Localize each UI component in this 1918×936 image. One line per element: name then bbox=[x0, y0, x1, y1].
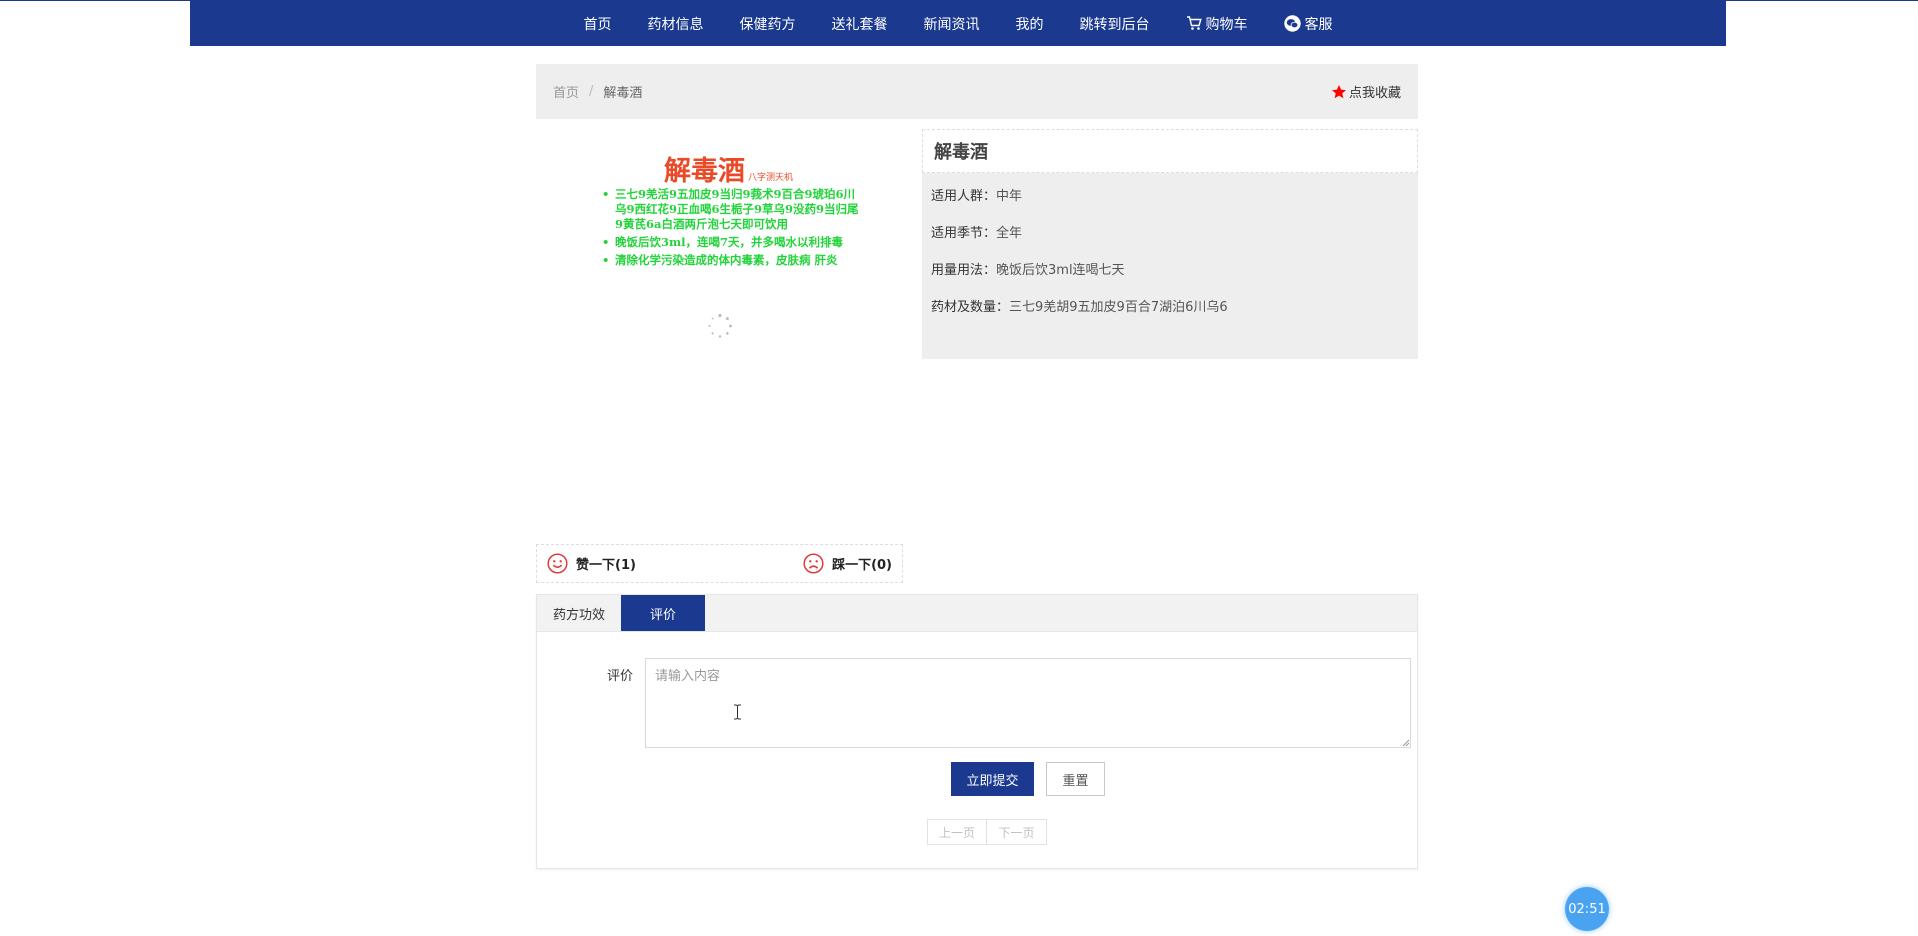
pagination: 上一页 下一页 bbox=[927, 819, 1047, 845]
info-row-audience: 适用人群：中年 bbox=[931, 185, 1022, 204]
breadcrumb-separator: / bbox=[589, 84, 594, 99]
product-image: 解毒酒 八字测天机 三七9羌活9五加皮9当归9莪术9百合9琥珀6川乌9西红花9正… bbox=[536, 129, 906, 353]
product-image-title: 解毒酒 八字测天机 bbox=[664, 149, 793, 188]
nav-item-home[interactable]: 首页 bbox=[584, 14, 612, 34]
product-image-bullet: 三七9羌活9五加皮9当归9莪术9百合9琥珀6川乌9西红花9正血喝6生栀子9草乌9… bbox=[602, 187, 860, 232]
next-page-button[interactable]: 下一页 bbox=[987, 819, 1047, 845]
tab-efficacy[interactable]: 药方功效 bbox=[537, 595, 621, 631]
submit-button[interactable]: 立即提交 bbox=[951, 762, 1034, 796]
cart-icon bbox=[1186, 16, 1202, 30]
product-image-subtitle: 八字测天机 bbox=[748, 173, 794, 183]
dislike-button[interactable]: 踩一下(0) bbox=[803, 553, 892, 574]
info-label: 适用人群： bbox=[931, 189, 997, 204]
info-label: 适用季节： bbox=[931, 226, 997, 241]
info-row-usage: 用量用法：晚饭后饮3ml连喝七天 bbox=[931, 259, 1125, 278]
dislike-label: 踩一下(0) bbox=[832, 558, 892, 573]
favorite-label: 点我收藏 bbox=[1348, 86, 1401, 101]
tabs-panel: 药方功效 评价 评价 立即提交 重置 上一页 下一页 bbox=[536, 594, 1418, 869]
like-button[interactable]: 赞一下(1) bbox=[547, 553, 636, 574]
info-value: 中年 bbox=[996, 189, 1023, 204]
star-icon bbox=[1331, 84, 1346, 98]
info-label: 药材及数量： bbox=[931, 300, 1010, 315]
loading-spinner-icon bbox=[708, 313, 732, 338]
breadcrumb-current: 解毒酒 bbox=[603, 86, 643, 101]
product-info-panel: 解毒酒 适用人群：中年 适用季节：全年 用量用法：晚饭后饮3ml连喝七天 药材及… bbox=[922, 129, 1418, 359]
nav-item-gift-packages[interactable]: 送礼套餐 bbox=[832, 14, 888, 34]
nav-item-herbs[interactable]: 药材信息 bbox=[648, 14, 704, 34]
nav-item-mine[interactable]: 我的 bbox=[1016, 14, 1044, 34]
info-value: 晚饭后饮3ml连喝七天 bbox=[996, 263, 1125, 278]
nav-item-admin[interactable]: 跳转到后台 bbox=[1080, 14, 1150, 34]
info-row-ingredients: 药材及数量：三七9羌胡9五加皮9百合7湖泊6川乌6 bbox=[931, 296, 1228, 315]
product-image-bullet: 清除化学污染造成的体内毒素，皮肤病 肝炎 bbox=[602, 253, 860, 268]
product-image-bullets: 三七9羌活9五加皮9当归9莪术9百合9琥珀6川乌9西红花9正血喝6生栀子9草乌9… bbox=[602, 187, 860, 271]
comment-label: 评价 bbox=[607, 669, 634, 684]
nav-item-cart[interactable]: 购物车 bbox=[1186, 14, 1248, 34]
vote-bar: 赞一下(1) 踩一下(0) bbox=[536, 544, 903, 583]
product-image-bullet: 晚饭后饮3ml，连喝7天，并多喝水以利排毒 bbox=[602, 235, 860, 250]
like-label: 赞一下(1) bbox=[576, 558, 636, 573]
nav-cart-label: 购物车 bbox=[1205, 16, 1248, 33]
comment-textarea[interactable] bbox=[645, 658, 1411, 748]
favorite-button[interactable]: 点我收藏 bbox=[1331, 82, 1401, 101]
prev-page-button[interactable]: 上一页 bbox=[927, 819, 987, 845]
info-row-season: 适用季节：全年 bbox=[931, 222, 1022, 241]
nav-item-service[interactable]: 客服 bbox=[1283, 14, 1333, 34]
nav-item-prescriptions[interactable]: 保健药方 bbox=[740, 14, 796, 34]
info-value: 三七9羌胡9五加皮9百合7湖泊6川乌6 bbox=[1009, 300, 1228, 315]
main-nav: 首页 药材信息 保健药方 送礼套餐 新闻资讯 我的 跳转到后台 购物车 客服 bbox=[190, 1, 1726, 46]
reset-button[interactable]: 重置 bbox=[1046, 762, 1105, 796]
nav-service-label: 客服 bbox=[1304, 16, 1333, 33]
info-value: 全年 bbox=[996, 226, 1023, 241]
timer-badge[interactable]: 02:51 bbox=[1565, 887, 1609, 931]
breadcrumb-bar: 首页 / 解毒酒 点我收藏 bbox=[536, 64, 1418, 119]
tab-bar: 药方功效 评价 bbox=[537, 595, 1417, 632]
sad-face-icon bbox=[803, 553, 824, 574]
wechat-icon bbox=[1283, 15, 1301, 32]
info-label: 用量用法： bbox=[931, 263, 997, 278]
tab-reviews[interactable]: 评价 bbox=[621, 595, 705, 631]
product-name: 解毒酒 bbox=[922, 129, 1418, 173]
smile-face-icon bbox=[547, 553, 568, 574]
breadcrumb-home[interactable]: 首页 bbox=[553, 82, 579, 101]
breadcrumb: 首页 / 解毒酒 bbox=[553, 82, 642, 101]
nav-item-news[interactable]: 新闻资讯 bbox=[924, 14, 980, 34]
resize-grip-icon[interactable] bbox=[1401, 738, 1410, 747]
product-image-title-text: 解毒酒 bbox=[664, 156, 745, 187]
